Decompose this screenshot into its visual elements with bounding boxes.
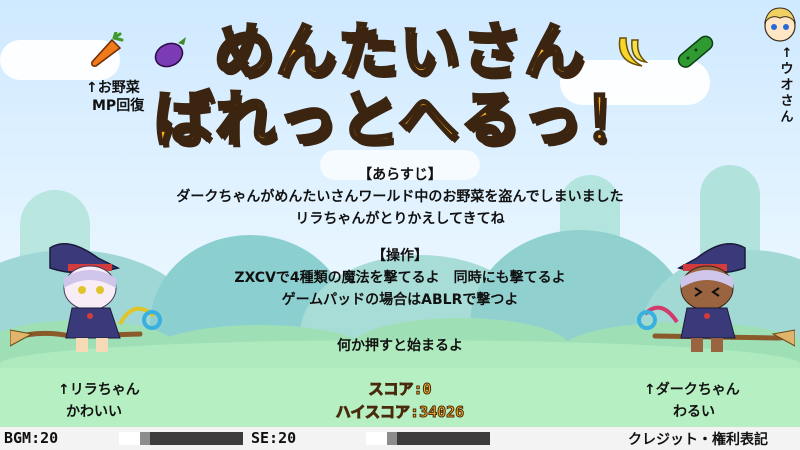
story-line-2: リラちゃんがとりかえしてきてね: [295, 211, 505, 227]
bgm-volume-knob[interactable]: [140, 432, 150, 445]
title-line-2: ばれっとへるっ！: [152, 85, 647, 155]
se-label: SE:20: [251, 429, 297, 447]
hiscore-display: ハイスコア:34026: [335, 403, 465, 422]
se-volume-knob[interactable]: [387, 432, 397, 445]
lila-chan-sprite: [10, 243, 162, 352]
score-display: スコア:0: [368, 380, 432, 399]
story-line-1: ダークちゃんがめんたいさんワールド中のお野菜を盗んでしまいました: [176, 189, 624, 205]
bgm-volume-slider[interactable]: [119, 432, 243, 445]
game-screen[interactable]: ↑ウオさん ↑お野菜 MP回復 めんたいさん ばれっとへるっ！ 【あらすじ】 ダ…: [0, 0, 800, 450]
credits-button[interactable]: クレジット・権利表記: [628, 429, 768, 449]
title-line-1: めんたいさん: [213, 17, 586, 87]
se-volume-slider[interactable]: [366, 432, 490, 445]
story-heading: 【あらすじ】: [358, 167, 442, 183]
dark-chan-sprite: [637, 243, 795, 352]
bgm-label: BGM:20: [4, 429, 59, 447]
